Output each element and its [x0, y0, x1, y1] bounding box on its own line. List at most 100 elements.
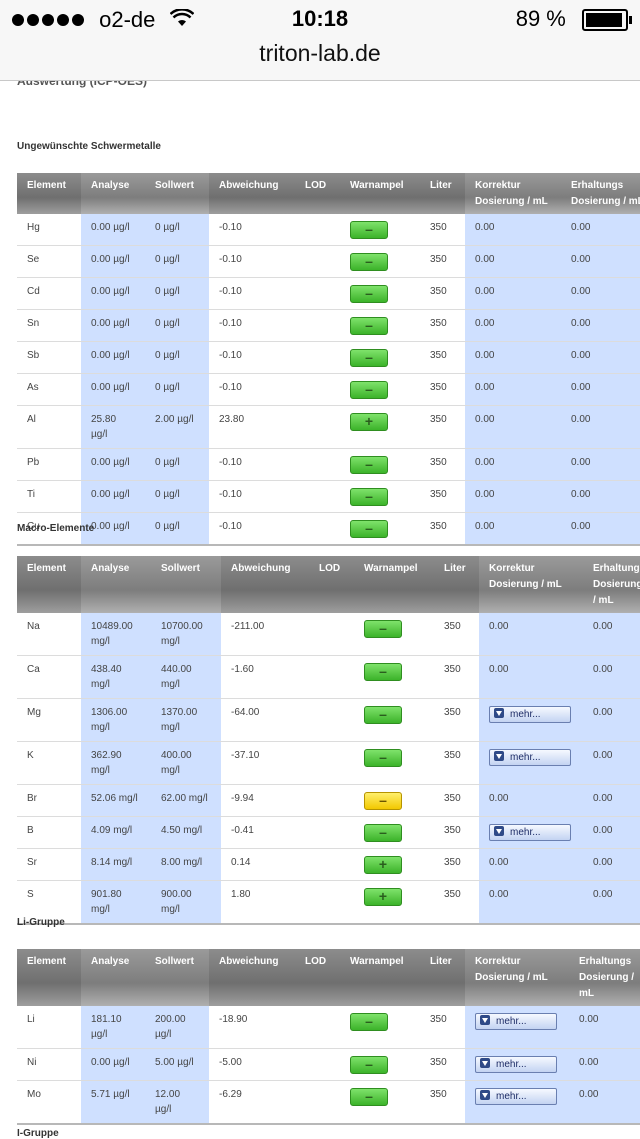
cell-lod	[309, 848, 354, 881]
table-row: Pb 0.00 µg/l 0 µg/l -0.10–350 0.00 0.00	[17, 448, 640, 481]
cell-element: B	[17, 816, 81, 849]
cell-warnampel: –	[354, 741, 434, 785]
cell-lod	[295, 1080, 340, 1125]
cell-element: K	[17, 741, 81, 785]
cell-lod	[309, 784, 354, 817]
cell-erhaltung: 0.00	[561, 373, 640, 406]
url-bar[interactable]: triton-lab.de	[0, 40, 640, 67]
status-bar: o2-de 10:18 89 %	[12, 6, 632, 36]
cell-analyse: 0.00 µg/l	[81, 341, 145, 374]
column-header-analyse: Analyse	[81, 949, 145, 1006]
cell-lod	[295, 341, 340, 374]
cell-sollwert: 2.00 µg/l	[145, 405, 209, 449]
table-row: Hg 0.00 µg/l 0 µg/l -0.10–350 0.00 0.00	[17, 214, 640, 246]
cell-erhaltung: 0.00	[561, 214, 640, 246]
cell-element: Ca	[17, 655, 81, 699]
cell-liter: 350	[420, 341, 465, 374]
minus-icon: –	[350, 221, 388, 239]
arrow-down-icon	[494, 751, 504, 761]
minus-icon: –	[364, 824, 402, 842]
table-row: Sr 8.14 mg/l 8.00 mg/l 0.14 +350 0.00 0.00	[17, 848, 640, 881]
cell-lod	[309, 880, 354, 925]
cell-warnampel: –	[354, 655, 434, 699]
section-title-li: Li-Gruppe	[17, 917, 65, 928]
cell-warnampel: –	[340, 480, 420, 513]
minus-icon: –	[350, 317, 388, 335]
table-row: Ni 0.00 µg/l 5.00 µg/l -5.00 – 350 mehr... 0.00	[17, 1048, 640, 1081]
cell-sollwert: 400.00 mg/l	[151, 741, 221, 785]
cell-sollwert: 62.00 mg/l	[151, 784, 221, 817]
cell-liter: 350	[420, 512, 465, 546]
cell-abweichung: -0.10	[209, 214, 295, 246]
table-row: Sb 0.00 µg/l 0 µg/l -0.10–350 0.00 0.00	[17, 341, 640, 374]
column-header-lod: LOD	[295, 949, 340, 1006]
cell-element: Br	[17, 784, 81, 817]
cell-sollwert: 0 µg/l	[145, 341, 209, 374]
cell-analyse: 10489.00 mg/l	[81, 613, 151, 656]
cell-korrektur: 0.00	[465, 448, 561, 481]
cell-analyse: 5.71 µg/l	[81, 1080, 145, 1125]
cell-warnampel: –	[340, 277, 420, 310]
section-title-schwermetalle: Ungewünschte Schwermetalle	[17, 141, 161, 152]
cell-sollwert: 10700.00 mg/l	[151, 613, 221, 656]
cell-lod	[295, 1048, 340, 1081]
table-row: Se 0.00 µg/l 0 µg/l -0.10–350 0.00 0.00	[17, 245, 640, 278]
column-header-abweichung: Abweichung	[209, 949, 295, 1006]
cell-lod	[309, 655, 354, 699]
cell-abweichung: -0.10	[209, 309, 295, 342]
mehr-button[interactable]: mehr...	[489, 824, 571, 841]
mehr-button[interactable]: mehr...	[489, 706, 571, 723]
cell-erhaltung: 0.00	[561, 309, 640, 342]
mehr-label: mehr...	[496, 1016, 527, 1027]
cell-sollwert: 1370.00 mg/l	[151, 698, 221, 742]
cell-lod	[295, 309, 340, 342]
minus-icon: –	[350, 520, 388, 538]
cell-erhaltung: 0.00	[561, 245, 640, 278]
column-header-erhaltung: Erhaltungs Dosierung / mL	[583, 556, 640, 613]
cell-lod	[309, 741, 354, 785]
arrow-down-icon	[480, 1090, 490, 1100]
cell-sollwert: 4.50 mg/l	[151, 816, 221, 849]
mehr-button[interactable]: mehr...	[475, 1056, 557, 1073]
cell-korrektur: mehr...	[479, 698, 583, 742]
table-row: Li 181.10 µg/l 200.00 µg/l -18.90 – 350 mehr..…	[17, 1006, 640, 1049]
minus-icon: –	[364, 663, 402, 681]
cell-korrektur: 0.00	[479, 784, 583, 817]
cell-sollwert: 12.00 µg/l	[145, 1080, 209, 1125]
cell-abweichung: -37.10	[221, 741, 309, 785]
cell-korrektur: 0.00	[479, 848, 583, 881]
column-header-ampel: Warnampel	[340, 949, 420, 1006]
column-header-korrektur: Korrektur Dosierung / mL	[465, 173, 561, 214]
cell-element: Mo	[17, 1080, 81, 1125]
table-header-row: Element Analyse Sollwert Abweichung LOD Warna…	[17, 173, 640, 214]
cell-liter: 350	[420, 480, 465, 513]
cell-sollwert: 0 µg/l	[145, 245, 209, 278]
table-row: Br 52.06 mg/l 62.00 mg/l -9.94–350 0.00 0.00	[17, 784, 640, 817]
mehr-button[interactable]: mehr...	[475, 1013, 557, 1030]
cell-erhaltung: 0.00	[583, 613, 640, 656]
plus-icon: +	[364, 856, 402, 874]
cell-abweichung: 1.80	[221, 880, 309, 925]
column-header-sollwert: Sollwert	[145, 949, 209, 1006]
minus-icon: –	[350, 1013, 388, 1031]
column-header-liter: Liter	[420, 949, 465, 1006]
table-row: Mo 5.71 µg/l 12.00 µg/l -6.29 – 350 mehr... 0.0…	[17, 1080, 640, 1125]
cell-element: As	[17, 373, 81, 406]
battery-percent: 89 %	[515, 6, 566, 31]
cell-liter: 350	[420, 448, 465, 481]
cell-erhaltung: 0.00	[583, 655, 640, 699]
browser-chrome: o2-de 10:18 89 % triton-lab.de	[0, 0, 640, 81]
cell-erhaltung: 0.00	[583, 698, 640, 742]
mehr-button[interactable]: mehr...	[489, 749, 571, 766]
cell-korrektur: 0.00	[465, 214, 561, 246]
cell-sollwert: 0 µg/l	[145, 309, 209, 342]
column-header-element: Element	[17, 556, 81, 613]
cell-korrektur: 0.00	[479, 613, 583, 656]
cell-korrektur: mehr...	[479, 741, 583, 785]
column-header-analyse: Analyse	[81, 556, 151, 613]
column-header-element: Element	[17, 949, 81, 1006]
table-schwermetalle: Element Analyse Sollwert Abweichung LOD Warna…	[17, 173, 640, 546]
mehr-button[interactable]: mehr...	[475, 1088, 557, 1105]
cell-liter: 350	[434, 880, 479, 925]
cell-lod	[295, 512, 340, 546]
